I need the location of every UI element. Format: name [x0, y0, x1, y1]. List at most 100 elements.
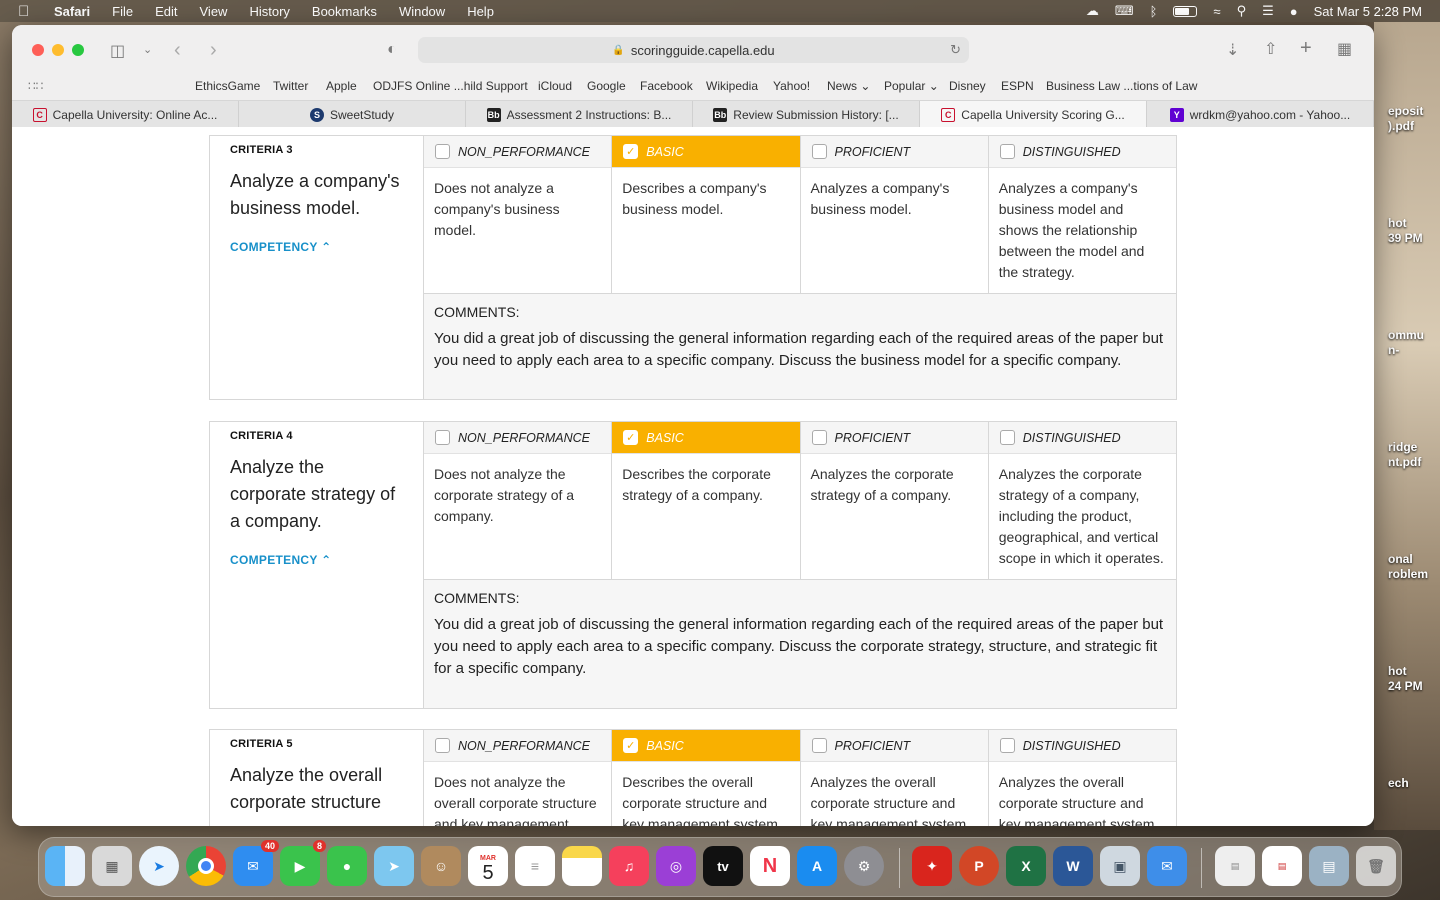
menu-view[interactable]: View — [200, 4, 228, 19]
control-center-icon[interactable]: ☰ — [1262, 3, 1274, 19]
tab-yahoo-mail[interactable]: Y wrdkm@yahoo.com - Yahoo... — [1147, 101, 1374, 128]
level-option[interactable]: NON_PERFORMANCE — [424, 136, 612, 168]
checkbox[interactable] — [435, 430, 450, 445]
desktop-file-label[interactable]: ridge nt.pdf — [1388, 440, 1421, 470]
chevron-down-icon[interactable]: ⌄ — [143, 43, 152, 56]
spotlight-search-icon[interactable]: ⚲ — [1237, 3, 1247, 19]
bluetooth-icon[interactable]: ᛒ — [1150, 4, 1158, 19]
apple-tv-icon[interactable]: tv — [703, 846, 743, 886]
music-icon[interactable]: ♫ — [609, 846, 649, 886]
podcasts-icon[interactable]: ◎ — [656, 846, 696, 886]
level-option[interactable]: PROFICIENT — [800, 422, 988, 454]
finder-icon[interactable] — [45, 846, 85, 886]
safari-icon[interactable]: ➤ — [139, 846, 179, 886]
desktop-file-label[interactable]: hot 39 PM — [1388, 216, 1423, 246]
checkbox[interactable] — [999, 738, 1015, 753]
menu-window[interactable]: Window — [399, 4, 445, 19]
tab-capella-online[interactable]: C Capella University: Online Ac... — [12, 101, 239, 128]
favorite-link[interactable]: Facebook — [640, 79, 693, 93]
sidebar-icon[interactable]: ◫ — [110, 41, 125, 61]
privacy-shield-icon[interactable]: ◐ — [387, 41, 397, 59]
siri-icon[interactable]: ● — [1290, 4, 1298, 19]
powerpoint-icon[interactable]: P — [959, 846, 999, 886]
level-option[interactable]: ✓ BASIC — [612, 422, 800, 454]
contacts-icon[interactable]: ☺ — [421, 846, 461, 886]
mail-icon[interactable]: ✉ 40 — [233, 840, 279, 886]
reminders-icon[interactable]: ≡ — [515, 846, 555, 886]
minimize-button[interactable] — [52, 44, 64, 56]
checkbox[interactable] — [811, 144, 827, 159]
creative-cloud-icon[interactable]: ☁ — [1086, 3, 1099, 19]
document-icon[interactable]: ▤ — [1215, 846, 1255, 886]
favorite-link[interactable]: Google — [587, 79, 626, 93]
mail-alt-icon[interactable]: ✉ — [1147, 846, 1187, 886]
favorite-link[interactable]: iCloud — [538, 79, 572, 93]
maps-icon[interactable]: ➤ — [374, 846, 414, 886]
tab-overview-icon[interactable]: ▦ — [1337, 39, 1352, 59]
level-option[interactable]: DISTINGUISHED — [988, 136, 1176, 168]
checkbox[interactable] — [999, 144, 1015, 159]
back-icon[interactable]: ‹ — [174, 39, 181, 62]
level-option[interactable]: ✓ BASIC — [612, 136, 800, 168]
favorite-link[interactable]: Apple — [326, 79, 357, 93]
desktop-file-label[interactable]: ommu n- — [1388, 328, 1424, 358]
tab-sweetstudy[interactable]: S SweetStudy — [239, 101, 466, 128]
wifi-icon[interactable]: ≈ — [1213, 4, 1220, 19]
checkbox[interactable] — [999, 430, 1015, 445]
address-bar[interactable]: 🔒 scoringguide.capella.edu ↻ — [418, 37, 969, 63]
favorites-grid-icon[interactable]: ∷∷ — [28, 79, 43, 93]
clock[interactable]: Sat Mar 5 2:28 PM — [1314, 4, 1422, 19]
checkmark-icon[interactable]: ✓ — [623, 430, 639, 445]
favorite-folder-popular[interactable]: Popular ⌄ — [884, 79, 939, 93]
favorite-link[interactable]: ODJFS Online ...hild Support — [373, 79, 528, 93]
tab-assessment-instructions[interactable]: Bb Assessment 2 Instructions: B... — [466, 101, 693, 128]
menu-edit[interactable]: Edit — [155, 4, 177, 19]
menu-history[interactable]: History — [249, 4, 289, 19]
share-icon[interactable]: ⇧ — [1264, 39, 1277, 59]
facetime-icon[interactable]: ▶ 8 — [280, 840, 326, 886]
favorite-link[interactable]: EthicsGame — [195, 79, 260, 93]
close-button[interactable] — [32, 44, 44, 56]
word-icon[interactable]: W — [1053, 846, 1093, 886]
checkbox[interactable] — [435, 738, 450, 753]
calendar-icon[interactable]: MAR 5 — [468, 846, 508, 886]
app-store-icon[interactable]: A — [797, 846, 837, 886]
preview-icon[interactable]: ▣ — [1100, 846, 1140, 886]
competency-toggle[interactable]: COMPETENCY ⌃ — [230, 553, 403, 567]
level-option[interactable]: NON_PERFORMANCE — [424, 422, 612, 454]
news-icon[interactable]: N — [750, 846, 790, 886]
level-option[interactable]: DISTINGUISHED — [988, 730, 1176, 762]
downloads-icon[interactable]: ⇣ — [1226, 40, 1239, 60]
chrome-icon[interactable] — [186, 846, 226, 886]
favorite-folder-news[interactable]: News ⌄ — [827, 79, 870, 93]
checkmark-icon[interactable]: ✓ — [623, 144, 639, 159]
battery-icon[interactable] — [1173, 5, 1198, 17]
checkbox[interactable] — [435, 144, 450, 159]
favorite-link[interactable]: Yahoo! — [773, 79, 810, 93]
level-option[interactable]: DISTINGUISHED — [988, 422, 1176, 454]
checkbox[interactable] — [811, 430, 827, 445]
menu-file[interactable]: File — [112, 4, 133, 19]
excel-icon[interactable]: X — [1006, 846, 1046, 886]
competency-toggle[interactable]: COMPETENCY ⌃ — [230, 240, 403, 254]
system-preferences-icon[interactable]: ⚙ — [844, 846, 884, 886]
acrobat-icon[interactable]: ✦ — [912, 846, 952, 886]
launchpad-icon[interactable]: ▦ — [92, 846, 132, 886]
notes-icon[interactable] — [562, 846, 602, 886]
menu-app-name[interactable]: Safari — [54, 4, 90, 19]
reload-icon[interactable]: ↻ — [950, 42, 961, 58]
level-option[interactable]: PROFICIENT — [800, 136, 988, 168]
level-option[interactable]: ✓ BASIC — [612, 730, 800, 762]
zoom-button[interactable] — [72, 44, 84, 56]
apple-icon[interactable]:  — [18, 3, 34, 20]
favorite-link[interactable]: ESPN — [1001, 79, 1034, 93]
desktop-file-label[interactable]: hot 24 PM — [1388, 664, 1423, 694]
desktop-file-label[interactable]: ech — [1388, 776, 1409, 791]
keyboard-icon[interactable]: ⌨ — [1115, 3, 1134, 19]
screenshot-stack-icon[interactable]: ▤ — [1309, 846, 1349, 886]
tab-review-submission[interactable]: Bb Review Submission History: [... — [693, 101, 920, 128]
tab-capella-scoring-guide[interactable]: C Capella University Scoring G... — [920, 101, 1147, 128]
favorite-link[interactable]: Disney — [949, 79, 986, 93]
level-option[interactable]: PROFICIENT — [800, 730, 988, 762]
desktop-file-label[interactable]: onal roblem — [1388, 552, 1428, 582]
